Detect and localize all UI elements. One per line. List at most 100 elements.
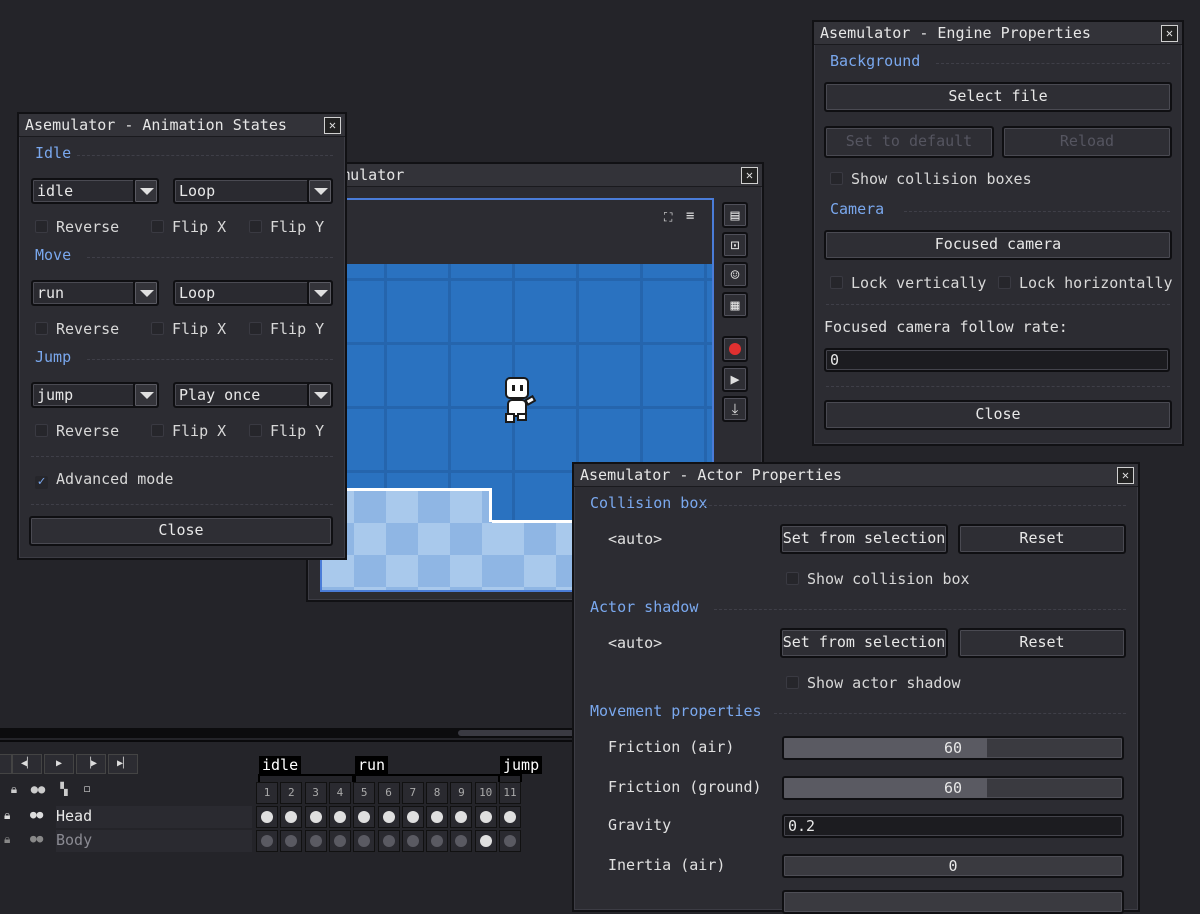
- jump-flip-x-checkbox[interactable]: Flip X: [151, 422, 226, 440]
- jump-animation-select[interactable]: jump: [31, 382, 159, 408]
- animation-states-titlebar[interactable]: Asemulator - Animation States ✕: [19, 114, 345, 137]
- frame-number[interactable]: 7: [401, 782, 424, 804]
- frame-number[interactable]: 2: [280, 782, 303, 804]
- timeline-scrollbar-thumb[interactable]: [458, 730, 580, 736]
- shadow-reset-button[interactable]: Reset: [958, 628, 1126, 658]
- play-button[interactable]: ▶: [44, 754, 74, 774]
- frame-number[interactable]: 4: [328, 782, 351, 804]
- frame-number[interactable]: 11: [499, 782, 521, 804]
- collision-set-from-selection-button[interactable]: Set from selection: [780, 524, 948, 554]
- prop-slider[interactable]: 60: [782, 736, 1124, 760]
- lock-vertically-checkbox[interactable]: Lock vertically: [830, 274, 986, 292]
- cel-body[interactable]: [401, 830, 424, 852]
- jump-mode-select[interactable]: Play once: [173, 382, 333, 408]
- frame-number[interactable]: 6: [377, 782, 400, 804]
- chevron-down-icon[interactable]: [133, 178, 159, 204]
- advanced-mode-checkbox[interactable]: ✓ Advanced mode: [35, 470, 173, 489]
- layer-body[interactable]: Body: [56, 830, 252, 852]
- chevron-down-icon[interactable]: [133, 280, 159, 306]
- select-file-button[interactable]: Select file: [824, 82, 1172, 112]
- frame-number[interactable]: 8: [426, 782, 449, 804]
- chevron-down-icon[interactable]: [307, 280, 333, 306]
- cel-body[interactable]: [499, 830, 521, 852]
- close-button[interactable]: Close: [29, 516, 333, 546]
- layer-body-lock-icon[interactable]: 🔒︎: [4, 832, 10, 847]
- cel-head[interactable]: [280, 806, 303, 828]
- layer-body-link-icon[interactable]: ●●: [30, 832, 43, 845]
- reload-button[interactable]: Reload: [1002, 126, 1172, 158]
- close-icon[interactable]: ✕: [1161, 25, 1178, 42]
- cel-body[interactable]: [353, 830, 376, 852]
- layer-head[interactable]: Head: [56, 806, 252, 828]
- cel-head[interactable]: [426, 806, 449, 828]
- cel-head[interactable]: [499, 806, 521, 828]
- chevron-down-icon[interactable]: [307, 382, 333, 408]
- shadow-set-from-selection-button[interactable]: Set from selection: [780, 628, 948, 658]
- cel-head[interactable]: [353, 806, 376, 828]
- cel-head[interactable]: [450, 806, 473, 828]
- prop-input[interactable]: 0.2: [782, 814, 1124, 838]
- close-button[interactable]: Close: [824, 400, 1172, 430]
- move-flip-x-checkbox[interactable]: Flip X: [151, 320, 226, 338]
- cel-head[interactable]: [474, 806, 497, 828]
- close-icon[interactable]: ✕: [741, 167, 758, 184]
- idle-reverse-checkbox[interactable]: Reverse: [35, 218, 119, 236]
- last-frame-button[interactable]: ▶▏: [108, 754, 138, 774]
- cel-body[interactable]: [280, 830, 303, 852]
- next-frame-button[interactable]: ▕▶: [76, 754, 106, 774]
- lock-horizontally-checkbox[interactable]: Lock horizontally: [998, 274, 1173, 292]
- cel-body[interactable]: [256, 830, 278, 852]
- menu-icon[interactable]: ≡: [686, 208, 694, 224]
- jump-flip-y-checkbox[interactable]: Flip Y: [249, 422, 324, 440]
- tag-run[interactable]: run: [355, 756, 389, 774]
- layers-icon[interactable]: ▚: [54, 782, 74, 802]
- cel-body[interactable]: [304, 830, 327, 852]
- cel-head[interactable]: [328, 806, 351, 828]
- notes-icon[interactable]: ▤: [722, 202, 748, 228]
- cel-body[interactable]: [450, 830, 473, 852]
- cel-head[interactable]: [304, 806, 327, 828]
- jump-reverse-checkbox[interactable]: Reverse: [35, 422, 119, 440]
- chevron-down-icon[interactable]: [133, 382, 159, 408]
- record-icon[interactable]: [722, 336, 748, 362]
- cel-body[interactable]: [426, 830, 449, 852]
- download-icon[interactable]: ⤓: [722, 396, 748, 422]
- close-icon[interactable]: ✕: [324, 117, 341, 134]
- hidden-property-slider[interactable]: [782, 890, 1124, 914]
- cel-head[interactable]: [401, 806, 424, 828]
- tag-idle[interactable]: idle: [259, 756, 302, 774]
- collision-reset-button[interactable]: Reset: [958, 524, 1126, 554]
- add-selection-icon[interactable]: ⊡: [722, 232, 748, 258]
- link-icon[interactable]: ●●: [28, 782, 48, 802]
- engine-properties-titlebar[interactable]: Asemulator - Engine Properties ✕: [814, 22, 1182, 45]
- actor-icon[interactable]: ☺: [722, 262, 748, 288]
- new-layer-icon[interactable]: ◻: [78, 782, 96, 800]
- prop-slider[interactable]: 0: [782, 854, 1124, 878]
- show-collision-boxes-checkbox[interactable]: Show collision boxes: [830, 170, 1032, 188]
- cel-body[interactable]: [474, 830, 497, 852]
- actor-properties-titlebar[interactable]: Asemulator - Actor Properties ✕: [574, 464, 1138, 487]
- frame-number[interactable]: 1: [256, 782, 278, 804]
- window-settings-icon[interactable]: ▦: [722, 292, 748, 318]
- move-mode-select[interactable]: Loop: [173, 280, 333, 306]
- close-icon[interactable]: ✕: [1117, 467, 1134, 484]
- move-reverse-checkbox[interactable]: Reverse: [35, 320, 119, 338]
- timeline-scrollbar[interactable]: [0, 728, 580, 738]
- prev-frame-button[interactable]: ◀▏: [12, 754, 42, 774]
- follow-rate-input[interactable]: 0: [824, 348, 1170, 372]
- frame-number[interactable]: 5: [353, 782, 376, 804]
- frame-number[interactable]: 10: [474, 782, 497, 804]
- play-icon[interactable]: ▶: [722, 366, 748, 392]
- cel-body[interactable]: [328, 830, 351, 852]
- frame-number[interactable]: 3: [304, 782, 327, 804]
- focused-camera-button[interactable]: Focused camera: [824, 230, 1172, 260]
- cel-head[interactable]: [256, 806, 278, 828]
- layer-head-link-icon[interactable]: ●●: [30, 808, 43, 821]
- fullscreen-icon[interactable]: ⛶: [664, 210, 672, 225]
- lock-icon[interactable]: 🔒︎: [4, 782, 24, 802]
- set-to-default-button[interactable]: Set to default: [824, 126, 994, 158]
- chevron-down-icon[interactable]: [307, 178, 333, 204]
- frame-number[interactable]: 9: [450, 782, 473, 804]
- move-animation-select[interactable]: run: [31, 280, 159, 306]
- cel-head[interactable]: [377, 806, 400, 828]
